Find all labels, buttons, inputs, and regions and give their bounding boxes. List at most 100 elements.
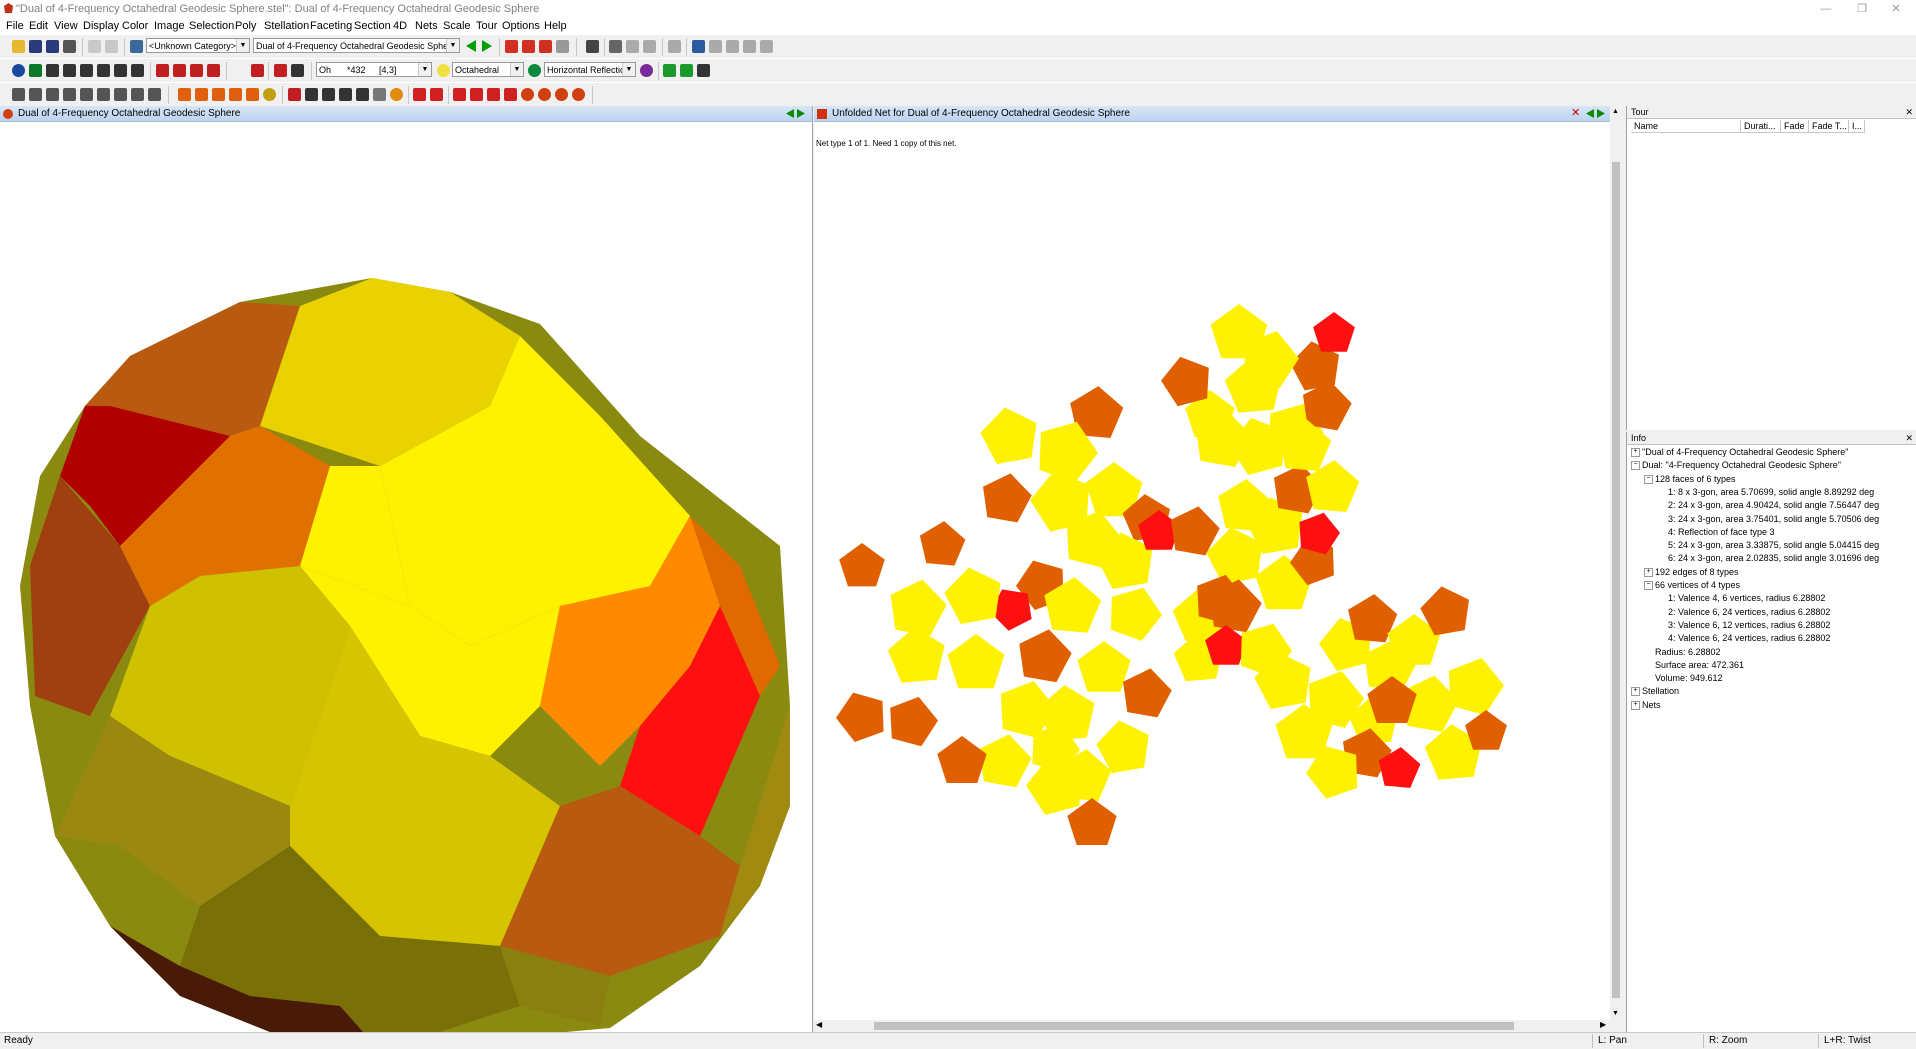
model-tool-3-icon[interactable]: [539, 40, 552, 53]
shape-tool-3-icon[interactable]: [212, 88, 225, 101]
menu-image[interactable]: Image: [154, 20, 185, 32]
menu-stellation[interactable]: Stellation: [264, 20, 309, 32]
model-tool-2-icon[interactable]: [522, 40, 535, 53]
transform-tool-3-icon[interactable]: [322, 88, 335, 101]
model-tool-4-icon[interactable]: [556, 40, 569, 53]
menu-help[interactable]: Help: [544, 20, 567, 32]
tree-expander-icon[interactable]: +: [1631, 687, 1640, 697]
reflection-icon[interactable]: [528, 64, 541, 77]
info-tree-item[interactable]: Stellation: [1642, 685, 1679, 697]
close-icon[interactable]: ✕: [1905, 432, 1913, 444]
display-tool-1-icon[interactable]: [29, 64, 42, 77]
polyhedron-3d-view[interactable]: [0, 122, 812, 1032]
tree-expander-icon[interactable]: −: [1631, 461, 1640, 471]
info-tree-item[interactable]: 66 vertices of 4 types: [1655, 579, 1740, 591]
check-icon[interactable]: [709, 40, 722, 53]
add-keyframe-icon[interactable]: [692, 40, 705, 53]
info-tree-item[interactable]: Nets: [1642, 699, 1661, 711]
info-tree-item[interactable]: Dual: "4-Frequency Octahedral Geodesic S…: [1642, 459, 1841, 471]
tour-tool-3-icon[interactable]: [643, 40, 656, 53]
info-tree-item[interactable]: 4: Reflection of face type 3: [1668, 526, 1775, 538]
solid-tool-8-icon[interactable]: [572, 88, 585, 101]
info-tree-item[interactable]: Volume: 949.612: [1655, 672, 1723, 684]
symmetry-type-combo[interactable]: Octahedral ▼: [452, 62, 524, 77]
filter-icon[interactable]: [663, 64, 676, 77]
info-tree-item[interactable]: 192 edges of 8 types: [1655, 566, 1739, 578]
solid-tool-1-icon[interactable]: [453, 88, 466, 101]
save-icon[interactable]: [29, 40, 42, 53]
play-icon[interactable]: [668, 40, 681, 53]
up-icon[interactable]: [430, 88, 443, 101]
tour-col-name[interactable]: Name: [1631, 120, 1741, 133]
transform-tool-6-icon[interactable]: [373, 88, 386, 101]
info-tree-item[interactable]: 1: 8 x 3-gon, area 5.70699, solid angle …: [1668, 486, 1874, 498]
menu-faceting[interactable]: Faceting: [310, 20, 352, 32]
shape-tool-4-icon[interactable]: [229, 88, 242, 101]
list-icon[interactable]: [586, 40, 599, 53]
shape-tool-6-icon[interactable]: [263, 88, 276, 101]
minimize-button[interactable]: —: [1806, 0, 1846, 18]
arrow-right-icon[interactable]: [797, 109, 806, 118]
tree-expander-icon[interactable]: −: [1644, 474, 1653, 484]
tree-expander-icon[interactable]: +: [1631, 448, 1640, 457]
add-icon[interactable]: [413, 88, 426, 101]
info-tree-item[interactable]: "Dual of 4-Frequency Octahedral Geodesic…: [1642, 446, 1849, 458]
category-icon[interactable]: [130, 40, 143, 53]
select-tool-4-icon[interactable]: [63, 88, 76, 101]
scroll-left-icon[interactable]: ◀: [816, 1020, 822, 1029]
menu-file[interactable]: File: [6, 20, 24, 32]
display-tool-2-icon[interactable]: [46, 64, 59, 77]
menu-edit[interactable]: Edit: [29, 20, 48, 32]
category-combo[interactable]: <Unknown Category> ▼: [146, 38, 250, 53]
close-button[interactable]: ✕: [1876, 0, 1916, 18]
select-tool-2-icon[interactable]: [29, 88, 42, 101]
poly-tool-1-icon[interactable]: [274, 64, 287, 77]
color-tool-3-icon[interactable]: [190, 64, 203, 77]
solid-tool-4-icon[interactable]: [504, 88, 517, 101]
open-icon[interactable]: [12, 40, 25, 53]
previous-model-icon[interactable]: [465, 40, 477, 52]
menu-color[interactable]: Color: [122, 20, 148, 32]
vertical-scrollbar[interactable]: ▲ ▼: [1610, 106, 1622, 1032]
display-tool-3-icon[interactable]: [63, 64, 76, 77]
tour-tool-1-icon[interactable]: [609, 40, 622, 53]
solid-tool-2-icon[interactable]: [470, 88, 483, 101]
tour-tool-2-icon[interactable]: [626, 40, 639, 53]
cube-icon[interactable]: [251, 64, 264, 77]
solid-tool-3-icon[interactable]: [487, 88, 500, 101]
info-tree-item[interactable]: 1: Valence 4, 6 vertices, radius 6.28802: [1668, 592, 1825, 604]
transform-tool-2-icon[interactable]: [305, 88, 318, 101]
reflection-combo[interactable]: Horizontal Reflection ▼: [544, 62, 636, 77]
scroll-right-icon[interactable]: ▶: [1600, 1020, 1606, 1029]
tree-expander-icon[interactable]: +: [1631, 700, 1640, 710]
tour-col-fade-time[interactable]: Fade T...: [1809, 120, 1849, 133]
tour-col-duration[interactable]: Durati...: [1741, 120, 1781, 133]
display-tool-5-icon[interactable]: [97, 64, 110, 77]
close-icon[interactable]: ✕: [1905, 106, 1913, 118]
info-icon[interactable]: [12, 64, 25, 77]
color-tool-1-icon[interactable]: [156, 64, 169, 77]
menu-scale[interactable]: Scale: [443, 20, 471, 32]
solid-tool-7-icon[interactable]: [555, 88, 568, 101]
undo-icon[interactable]: [88, 40, 101, 53]
font-icon[interactable]: [680, 64, 693, 77]
save-as-icon[interactable]: [46, 40, 59, 53]
color-tool-2-icon[interactable]: [173, 64, 186, 77]
select-tool-9-icon[interactable]: [148, 88, 161, 101]
print-icon[interactable]: [63, 40, 76, 53]
info-tree-item[interactable]: 6: 24 x 3-gon, area 2.02835, solid angle…: [1668, 552, 1879, 564]
redo-icon[interactable]: [105, 40, 118, 53]
info-tree-item[interactable]: 4: Valence 6, 24 vertices, radius 6.2880…: [1668, 632, 1830, 644]
transform-tool-4-icon[interactable]: [339, 88, 352, 101]
tour-col-i[interactable]: I...: [1849, 120, 1865, 133]
display-tool-6-icon[interactable]: [114, 64, 127, 77]
info-tree-item[interactable]: 3: 24 x 3-gon, area 3.75401, solid angle…: [1668, 513, 1879, 525]
select-tool-3-icon[interactable]: [46, 88, 59, 101]
shape-tool-2-icon[interactable]: [195, 88, 208, 101]
menu-options[interactable]: Options: [502, 20, 540, 32]
info-tree-item[interactable]: 2: Valence 6, 24 vertices, radius 6.2880…: [1668, 606, 1830, 618]
sphere-icon[interactable]: [640, 64, 653, 77]
arrow-left-icon[interactable]: [786, 109, 795, 118]
menu-selection[interactable]: Selection: [189, 20, 234, 32]
last-frame-icon[interactable]: [760, 40, 773, 53]
